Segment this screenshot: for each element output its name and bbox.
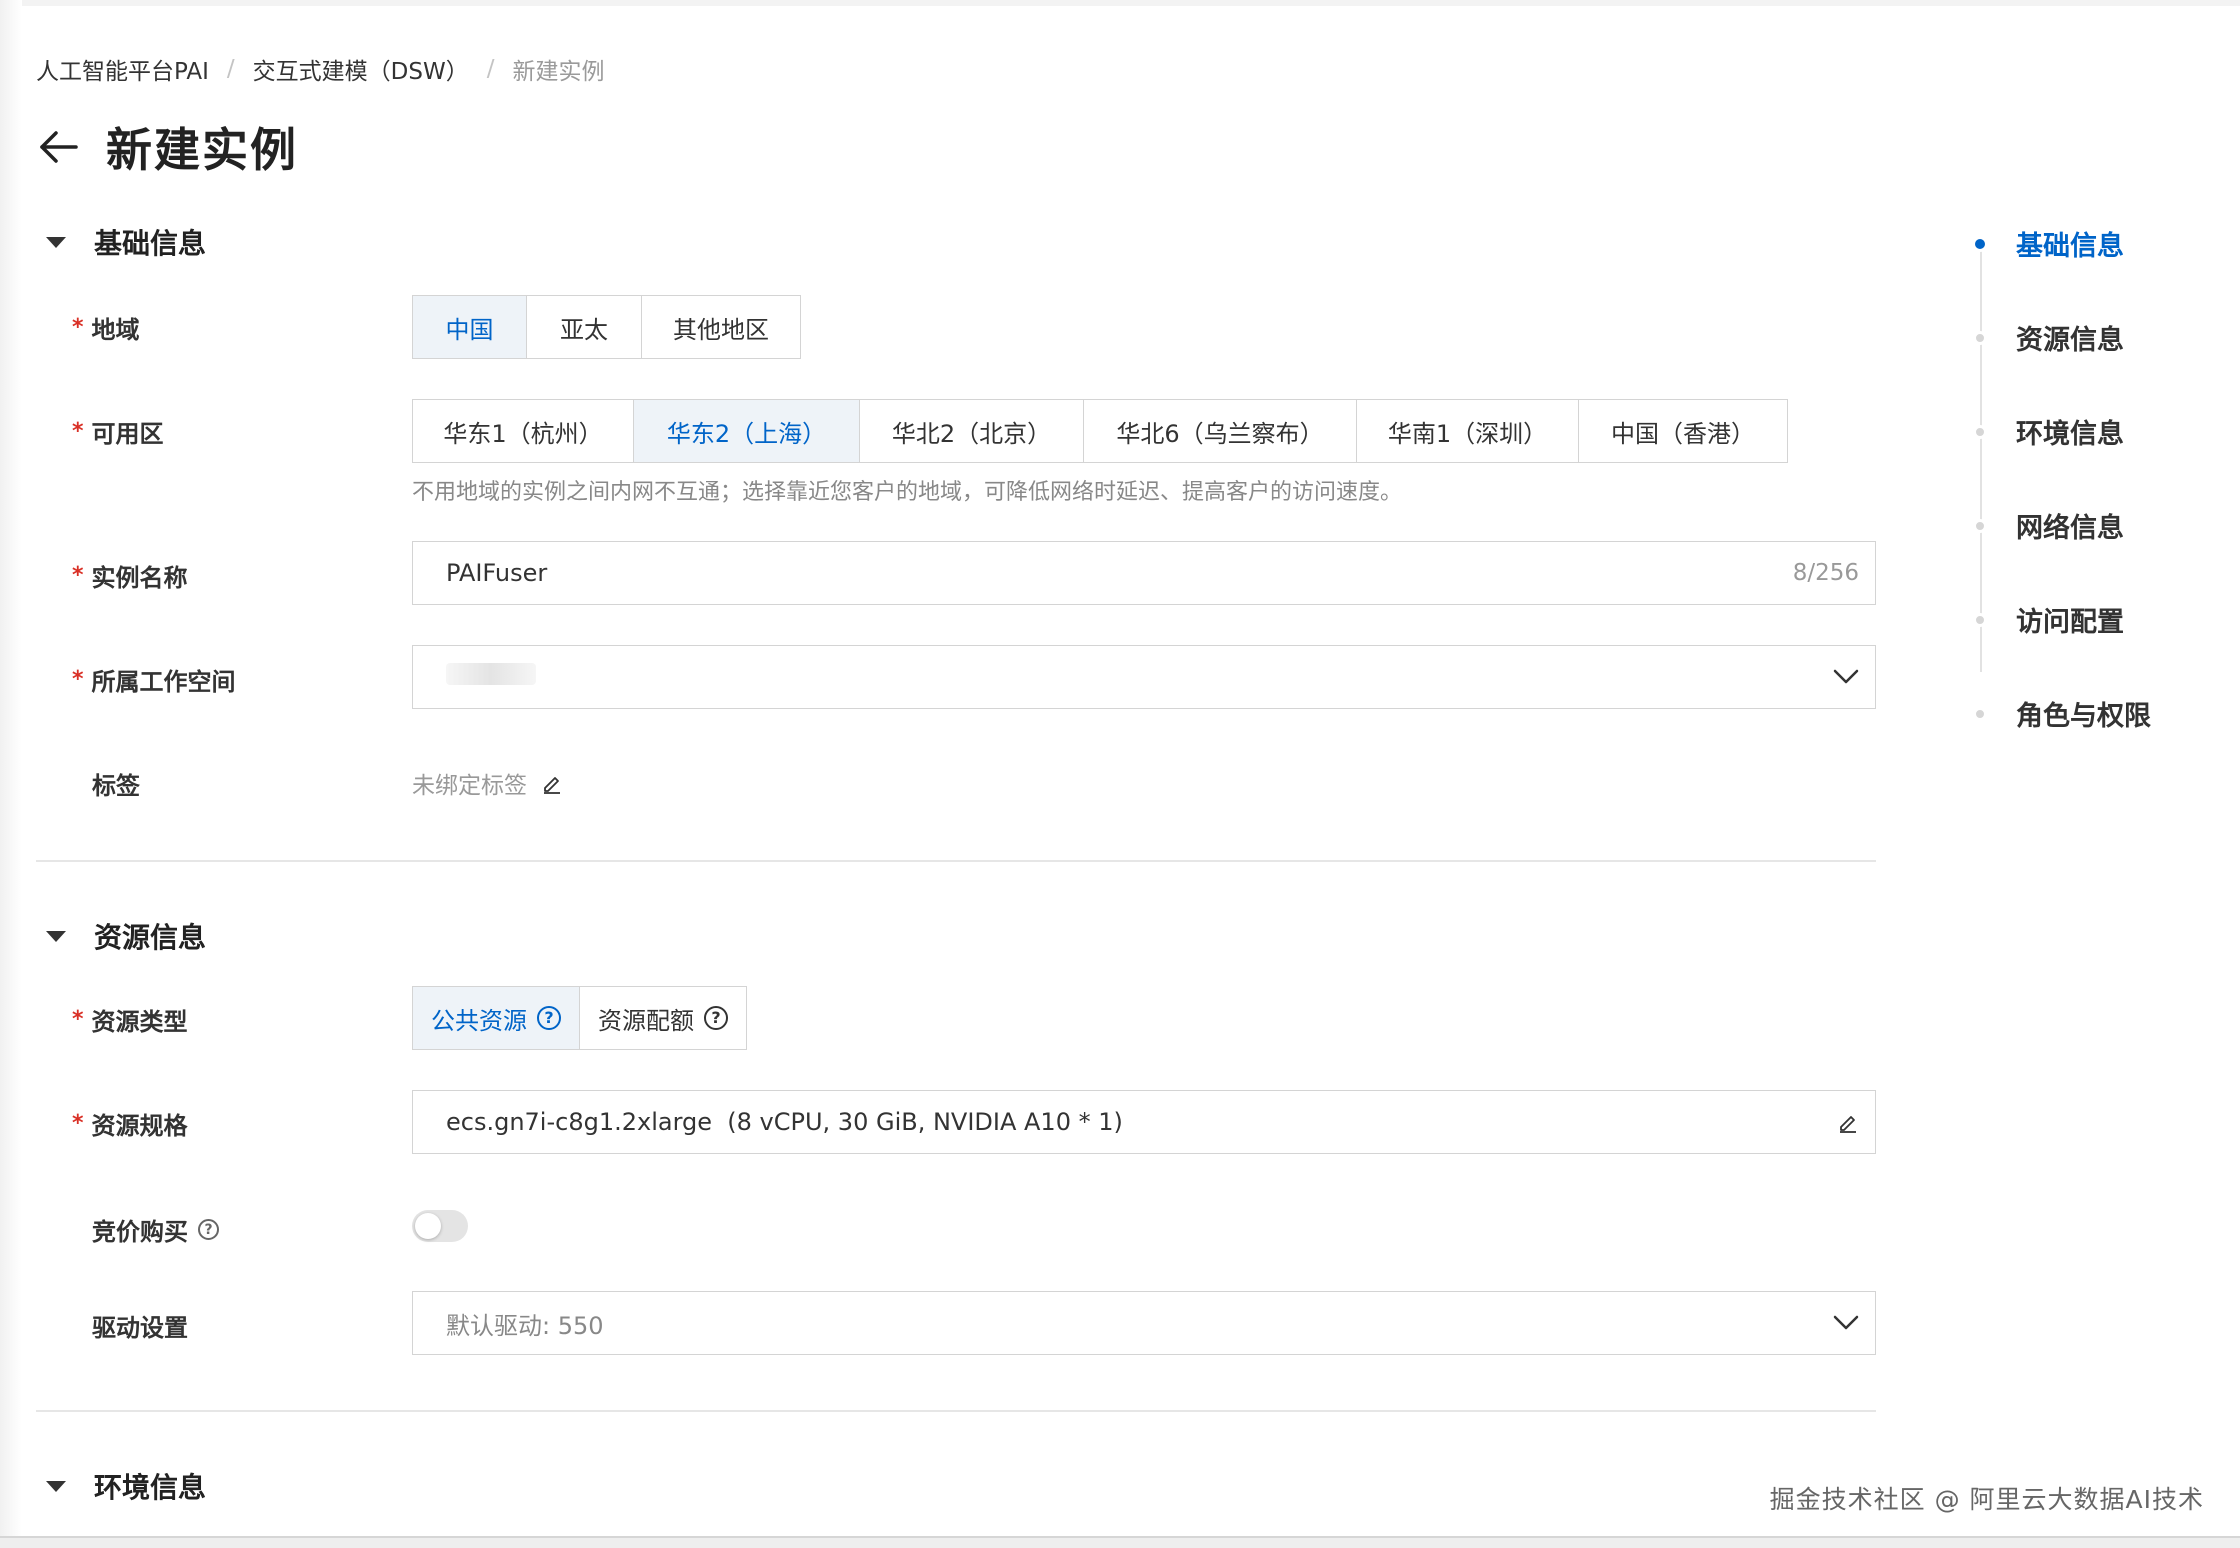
- watermark: 掘金技术社区 @ 阿里云大数据AI技术: [1769, 1485, 2204, 1514]
- zone-option-hangzhou[interactable]: 华东1（杭州）: [413, 400, 634, 462]
- help-circle-icon[interactable]: ?: [537, 1006, 561, 1030]
- section-title-env: 环境信息: [94, 1471, 207, 1504]
- section-divider: [36, 1410, 1876, 1412]
- zone-option-ulanqab[interactable]: 华北6（乌兰察布）: [1084, 400, 1357, 462]
- page: 人工智能平台PAI / 交互式建模（DSW） / 新建实例 新建实例 基础信息 …: [0, 0, 2240, 1548]
- region-option-china[interactable]: 中国: [413, 296, 527, 358]
- bidding-toggle[interactable]: [412, 1210, 468, 1242]
- zone-hint: 不用地域的实例之间内网不互通；选择靠近您客户的地域，可降低网络时延迟、提高客户的…: [412, 480, 1403, 505]
- section-title-resource: 资源信息: [94, 921, 207, 954]
- redacted-workspace-name: [446, 663, 536, 685]
- breadcrumb: 人工智能平台PAI / 交互式建模（DSW） / 新建实例: [36, 52, 604, 86]
- section-title-basic: 基础信息: [94, 227, 207, 260]
- chevron-down-icon[interactable]: [1833, 669, 1859, 685]
- workspace-value: [446, 663, 1833, 691]
- anchor-item-roles[interactable]: 角色与权限: [1960, 694, 2151, 733]
- pencil-icon[interactable]: [541, 772, 563, 794]
- section-divider: [36, 860, 1876, 862]
- spec-input[interactable]: ecs.gn7i-c8g1.2xlarge (8 vCPU, 30 GiB, N…: [412, 1090, 1876, 1154]
- instance-name-value[interactable]: PAIFuser: [446, 559, 1793, 587]
- required-mark: *: [72, 1007, 84, 1032]
- caret-down-icon[interactable]: [46, 930, 66, 942]
- caret-down-icon[interactable]: [46, 1480, 66, 1492]
- zone-label: * 可用区: [72, 419, 164, 448]
- dot-icon: [1973, 424, 1987, 439]
- zone-option-shenzhen[interactable]: 华南1（深圳）: [1357, 400, 1579, 462]
- anchor-item-access[interactable]: 访问配置: [1960, 600, 2124, 639]
- tags-value: 未绑定标签: [412, 773, 527, 799]
- workspace-label: * 所属工作空间: [72, 667, 236, 696]
- zone-option-shanghai[interactable]: 华东2（上海）: [634, 400, 860, 462]
- page-title: 新建实例: [106, 123, 298, 177]
- caret-down-icon[interactable]: [46, 236, 66, 248]
- anchor-item-network[interactable]: 网络信息: [1960, 506, 2124, 545]
- resource-type-label: * 资源类型: [72, 1007, 188, 1036]
- region-selector: 中国 亚太 其他地区: [412, 295, 801, 359]
- instance-name-input[interactable]: PAIFuser 8/256: [412, 541, 1876, 605]
- dot-icon: [1973, 518, 1987, 533]
- title-row: 新建实例: [36, 114, 298, 180]
- spec-value: ecs.gn7i-c8g1.2xlarge (8 vCPU, 30 GiB, N…: [446, 1108, 1123, 1136]
- active-dot-icon: [1972, 235, 1988, 252]
- tags-label: 标签: [92, 772, 140, 800]
- section-header-env[interactable]: 环境信息: [46, 1466, 206, 1506]
- zone-option-hongkong[interactable]: 中国（香港）: [1579, 400, 1787, 462]
- help-circle-icon[interactable]: ?: [198, 1219, 219, 1240]
- zone-option-beijing[interactable]: 华北2（北京）: [860, 400, 1084, 462]
- dot-icon: [1973, 330, 1987, 345]
- required-mark: *: [72, 1111, 84, 1136]
- breadcrumb-separator: /: [226, 56, 235, 82]
- resource-type-quota[interactable]: 资源配额 ?: [580, 987, 746, 1049]
- zone-selector: 华东1（杭州） 华东2（上海） 华北2（北京） 华北6（乌兰察布） 华南1（深圳…: [412, 399, 1788, 463]
- driver-label: 驱动设置: [92, 1314, 188, 1342]
- required-mark: *: [72, 419, 84, 444]
- pencil-icon[interactable]: [1837, 1111, 1859, 1133]
- section-header-basic[interactable]: 基础信息: [46, 222, 206, 262]
- anchor-item-resource[interactable]: 资源信息: [1960, 318, 2124, 357]
- instance-name-label: * 实例名称: [72, 563, 188, 592]
- resource-type-selector: 公共资源 ? 资源配额 ?: [412, 986, 747, 1050]
- driver-value: 默认驱动: 550: [446, 1311, 604, 1340]
- dot-icon: [1973, 706, 1987, 721]
- breadcrumb-item-dsw[interactable]: 交互式建模（DSW）: [253, 52, 469, 86]
- anchor-item-basic[interactable]: 基础信息: [1960, 224, 2124, 263]
- bidding-label: 竞价购买 ?: [72, 1212, 219, 1247]
- driver-select[interactable]: 默认驱动: 550: [412, 1291, 1876, 1355]
- required-mark: *: [72, 563, 84, 588]
- required-mark: *: [72, 315, 84, 340]
- breadcrumb-item-pai[interactable]: 人工智能平台PAI: [36, 52, 209, 86]
- instance-name-counter: 8/256: [1792, 560, 1859, 586]
- region-label: * 地域: [72, 315, 140, 344]
- tags-field: 未绑定标签: [412, 766, 563, 800]
- spec-label: * 资源规格: [72, 1111, 188, 1140]
- section-header-resource[interactable]: 资源信息: [46, 916, 206, 956]
- arrow-left-icon[interactable]: [36, 125, 80, 169]
- dot-icon: [1973, 612, 1987, 627]
- breadcrumb-current: 新建实例: [512, 59, 605, 85]
- help-circle-icon[interactable]: ?: [704, 1006, 728, 1030]
- breadcrumb-separator: /: [486, 56, 495, 82]
- resource-type-public[interactable]: 公共资源 ?: [413, 987, 580, 1049]
- region-option-asia-pacific[interactable]: 亚太: [527, 296, 642, 358]
- anchor-item-env[interactable]: 环境信息: [1960, 412, 2124, 451]
- toggle-knob: [415, 1213, 441, 1239]
- required-mark: *: [72, 667, 84, 692]
- region-option-other[interactable]: 其他地区: [642, 296, 800, 358]
- workspace-select[interactable]: [412, 645, 1876, 709]
- chevron-down-icon[interactable]: [1833, 1315, 1859, 1331]
